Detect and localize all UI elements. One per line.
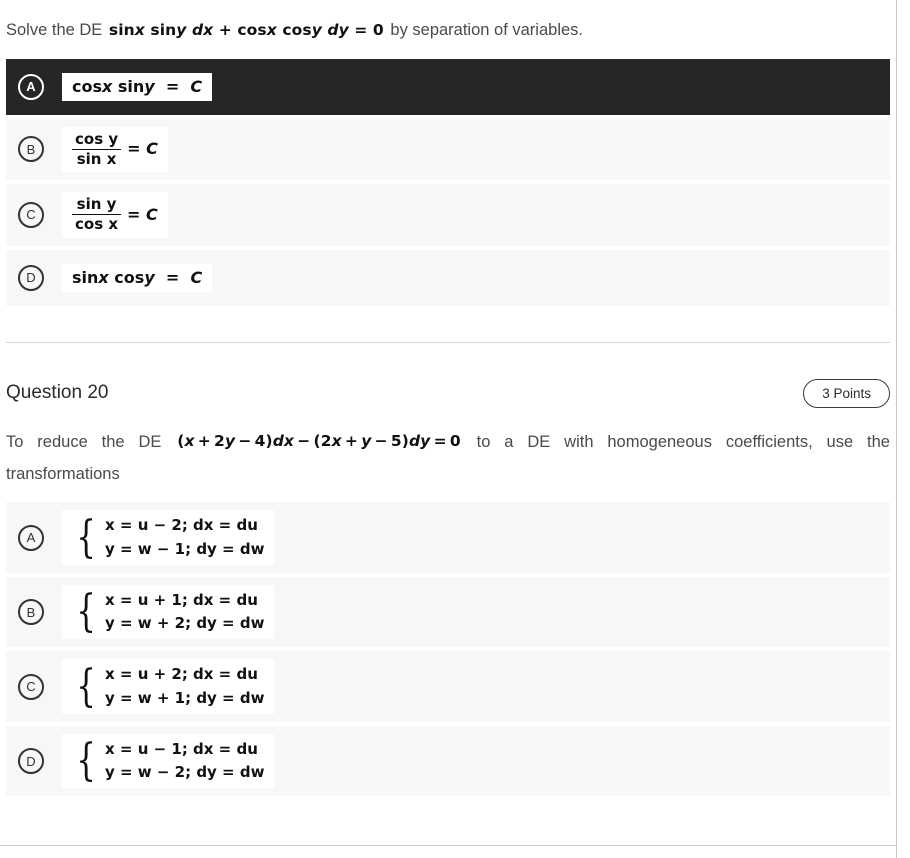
question-2-stem-prefix: To reduce the DE — [6, 432, 162, 451]
choice-2-a-bullet: A — [18, 524, 44, 551]
question-block-1: Solve the DE sinx siny dx + cosx cosy dy… — [0, 0, 896, 343]
choice-1-c-rhs: = C — [127, 204, 158, 224]
choice-2-a-formula: { x = u − 2; dx = du y = w − 1; dy = dw — [62, 510, 275, 565]
question-1-choices: A cosx siny = C B cos y sin x = C C sin … — [6, 58, 890, 306]
quiz-page: Solve the DE sinx siny dx + cosx cosy dy… — [0, 0, 896, 797]
choice-1-d[interactable]: D sinx cosy = C — [6, 249, 890, 306]
question-1-stem: Solve the DE sinx siny dx + cosx cosy dy… — [6, 0, 890, 53]
choice-2-b-system: { x = u + 1; dx = du y = w + 2; dy = dw — [72, 589, 264, 636]
choice-2-b[interactable]: B { x = u + 1; dx = du y = w + 2; dy = d… — [6, 576, 890, 648]
choice-2-b-lines: x = u + 1; dx = du y = w + 2; dy = dw — [105, 589, 264, 636]
choice-1-c-numerator: sin y — [76, 195, 117, 214]
choice-1-d-formula: sinx cosy = C — [62, 263, 213, 292]
choice-1-c-formula: sin y cos x = C — [62, 192, 168, 238]
left-brace-icon: { — [76, 735, 96, 787]
choice-2-c-line2: y = w + 1; dy = dw — [105, 688, 265, 707]
choice-1-b-denominator: sin x — [72, 148, 122, 168]
choice-1-b-bullet: B — [18, 136, 44, 163]
choice-2-c-lines: x = u + 2; dx = du y = w + 1; dy = dw — [105, 663, 264, 710]
choice-2-a-system: { x = u − 2; dx = du y = w − 1; dy = dw — [72, 514, 264, 561]
choice-2-c-formula: { x = u + 2; dx = du y = w + 1; dy = dw — [62, 659, 275, 714]
choice-2-b-bullet: B — [18, 599, 44, 626]
choice-1-d-bullet: D — [18, 264, 44, 291]
choice-1-b-formula: cos y sin x = C — [62, 126, 168, 173]
left-brace-icon: { — [76, 660, 96, 712]
right-divider — [896, 0, 897, 858]
question-2-stem-formula: (x + 2y − 4)dx − (2x + y − 5)dy = 0 — [175, 425, 463, 458]
choice-2-c-system: { x = u + 2; dx = du y = w + 1; dy = dw — [72, 663, 264, 710]
choice-2-c-bullet: C — [18, 673, 44, 700]
choice-1-c[interactable]: C sin y cos x = C — [6, 184, 890, 246]
question-1-stem-suffix: by separation of variables. — [390, 21, 584, 39]
choice-2-d[interactable]: D { x = u − 1; dx = du y = w − 2; dy = d… — [6, 725, 890, 797]
choice-2-d-bullet: D — [18, 748, 44, 775]
choice-2-b-line1: x = u + 1; dx = du — [105, 590, 258, 609]
choice-2-a-line1: x = u − 2; dx = du — [105, 516, 258, 535]
choice-2-d-formula: { x = u − 1; dx = du y = w − 2; dy = dw — [62, 733, 275, 789]
choice-2-a[interactable]: A { x = u − 2; dx = du y = w − 1; dy = d… — [6, 502, 890, 573]
question-1-stem-formula: sinx siny dx + cosx cosy dy = 0 — [106, 13, 386, 46]
choice-2-b-line2: y = w + 2; dy = dw — [105, 614, 265, 633]
question-2-stem: To reduce the DE (x + 2y − 4)dx − (2x + … — [6, 412, 890, 497]
choice-2-b-formula: { x = u + 1; dx = du y = w + 2; dy = dw — [62, 584, 275, 640]
question-2-choices: A { x = u − 2; dx = du y = w − 1; dy = d… — [6, 502, 890, 797]
choice-1-b-fraction: cos y sin x — [72, 129, 122, 169]
choice-1-a[interactable]: A cosx siny = C — [6, 58, 890, 115]
choice-1-b-numerator: cos y — [75, 129, 119, 148]
question-block-2: Question 20 3 Points To reduce the DE (x… — [0, 343, 896, 797]
choice-2-a-lines: x = u − 2; dx = du y = w − 1; dy = dw — [105, 514, 264, 561]
choice-1-a-bullet: A — [18, 73, 44, 100]
choice-1-a-formula: cosx siny = C — [62, 72, 213, 101]
choice-2-c-line1: x = u + 2; dx = du — [105, 665, 258, 684]
question-2-header: Question 20 3 Points — [6, 343, 890, 412]
choice-1-c-bullet: C — [18, 201, 44, 228]
question-2-title: Question 20 — [6, 382, 109, 404]
bottom-divider — [0, 845, 896, 846]
choice-2-d-lines: x = u − 1; dx = du y = w − 2; dy = dw — [105, 738, 264, 785]
choice-1-b-rhs: = C — [127, 139, 158, 159]
choice-2-a-line2: y = w − 1; dy = dw — [105, 539, 265, 558]
choice-1-b[interactable]: B cos y sin x = C — [6, 118, 890, 181]
question-1-stem-prefix: Solve the DE — [6, 21, 103, 39]
left-brace-icon: { — [76, 511, 96, 563]
left-brace-icon: { — [76, 586, 96, 638]
choice-1-c-fraction: sin y cos x — [72, 195, 122, 234]
choice-2-d-system: { x = u − 1; dx = du y = w − 2; dy = dw — [72, 738, 264, 785]
choice-1-c-denominator: cos x — [72, 214, 122, 233]
question-2-points-badge: 3 Points — [803, 378, 890, 408]
choice-2-c[interactable]: C { x = u + 2; dx = du y = w + 1; dy = d… — [6, 651, 890, 722]
choice-2-d-line1: x = u − 1; dx = du — [105, 739, 258, 758]
choice-2-d-line2: y = w − 2; dy = dw — [105, 763, 265, 782]
